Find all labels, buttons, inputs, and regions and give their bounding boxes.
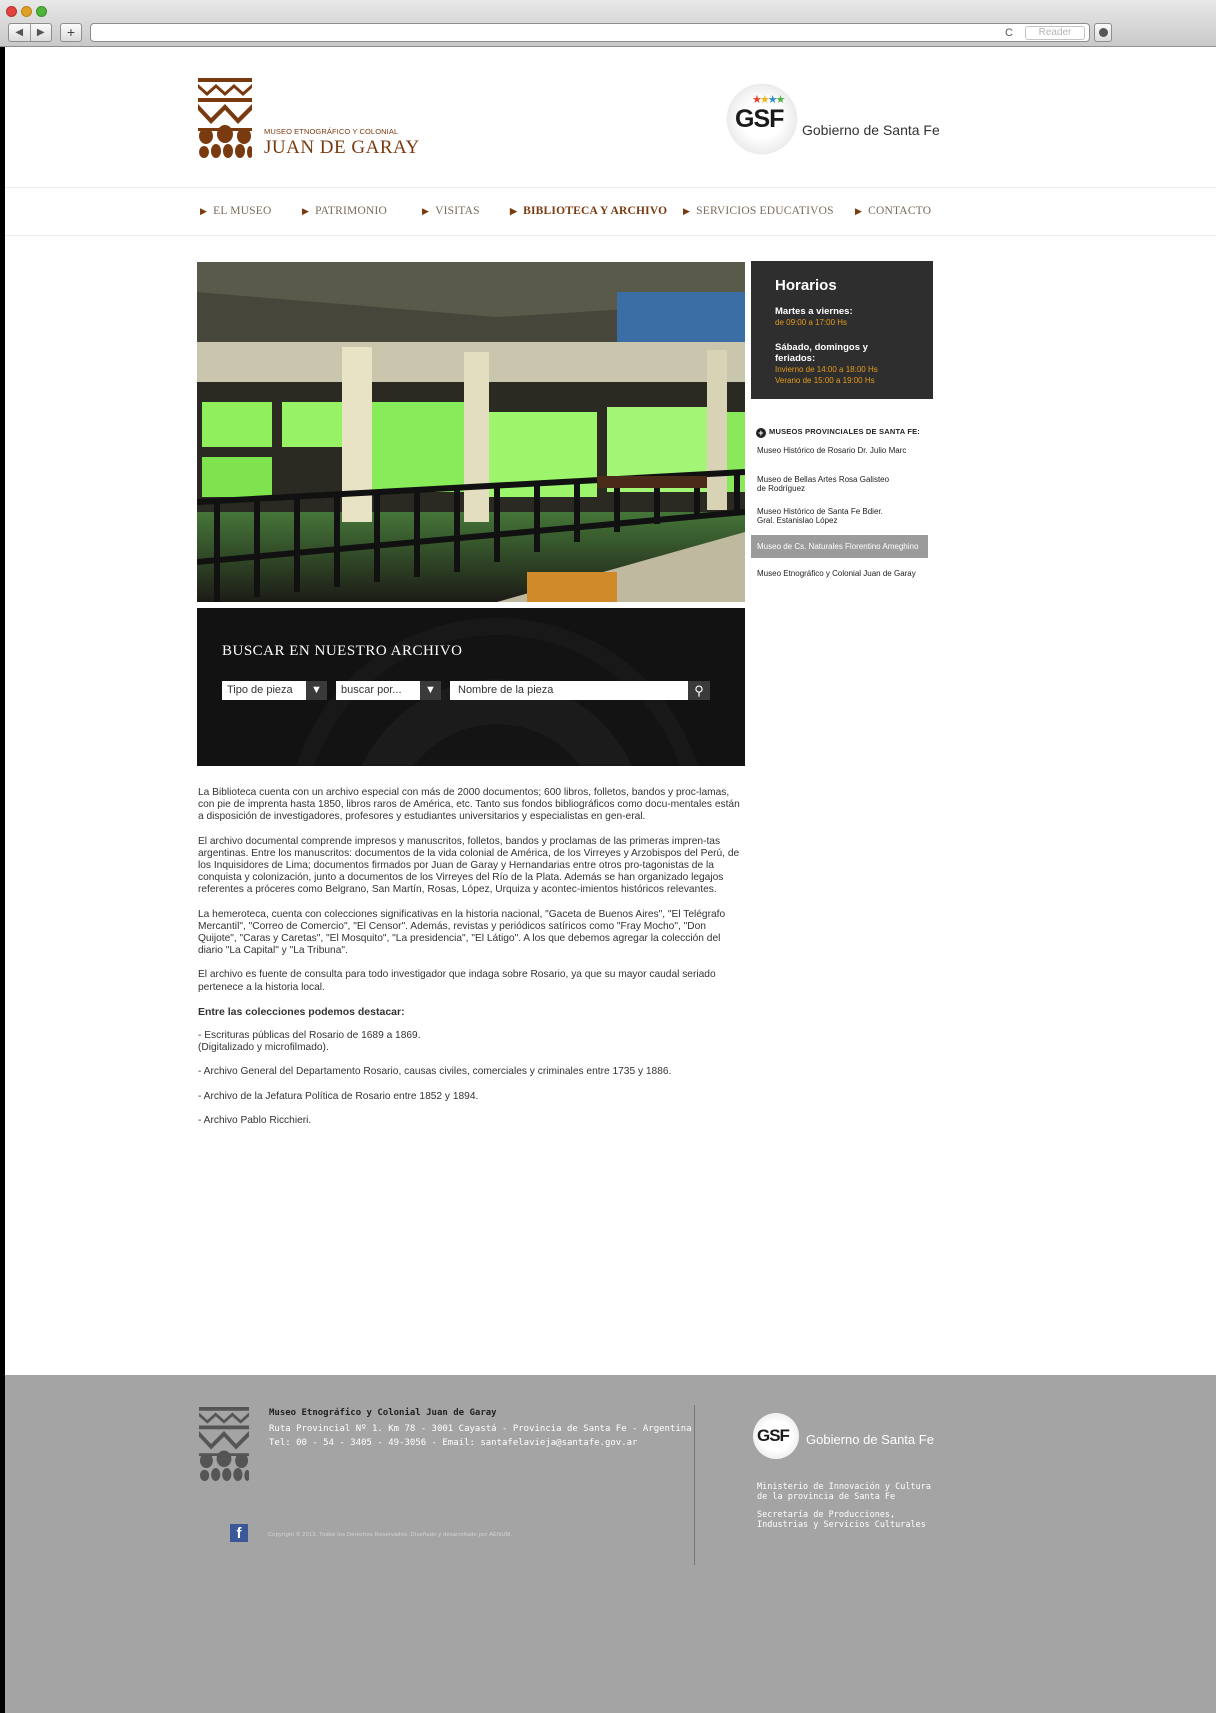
footer-museum-name: Museo Etnográfico y Colonial Juan de Gar…: [269, 1408, 497, 1418]
piece-type-select[interactable]: Tipo de pieza: [222, 681, 306, 700]
new-tab-button[interactable]: +: [60, 23, 82, 42]
forward-button[interactable]: ▶: [29, 24, 52, 41]
nav-item-biblioteca-y-archivo[interactable]: ▶ BIBLIOTECA Y ARCHIVO: [510, 205, 667, 217]
gov-name: Gobierno de Santa Fe: [802, 122, 940, 138]
paragraph: La Biblioteca cuenta con un archivo espe…: [198, 787, 740, 823]
ministry-text: Ministerio de Innovación y Cultura de la …: [757, 1482, 931, 1502]
museum-logo-title: JUAN DE GARAY: [264, 137, 420, 158]
museum-link[interactable]: Museo Histórico de Rosario Dr. Julio Mar…: [757, 446, 928, 455]
minimize-window-button[interactable]: [21, 6, 32, 17]
weekend-label: Sábado, domingos y feriados:: [775, 342, 868, 364]
museum-logo-icon: [199, 1407, 249, 1481]
nav-item-el-museo[interactable]: ▶ EL MUSEO: [200, 205, 271, 217]
triangle-icon: ▶: [510, 206, 518, 216]
hours-panel: Horarios Martes a viernes: de 09:00 a 17…: [751, 261, 933, 399]
browser-toolbar: ◀ ▶ + C Reader: [0, 0, 1216, 47]
gsf-logo[interactable]: ★★★★ GSF: [728, 85, 796, 153]
nav-item-patrimonio[interactable]: ▶ PATRIMONIO: [302, 205, 387, 217]
summer-hours: Verano de 15:00 a 19:00 Hs: [775, 376, 875, 385]
page: MUSEO ETNOGRÁFICO Y COLONIAL JUAN DE GAR…: [5, 47, 1216, 1713]
footer-gov-name: Gobierno de Santa Fe: [806, 1432, 934, 1447]
article-body: La Biblioteca cuenta con un archivo espe…: [198, 787, 743, 1139]
address-bar[interactable]: C Reader: [90, 23, 1090, 42]
museum-interior-photo: [197, 262, 745, 602]
nav-item-servicios-educativos[interactable]: ▶ SERVICIOS EDUCATIVOS: [683, 205, 834, 217]
plus-circle-icon: +: [756, 428, 766, 438]
paragraph: La hemeroteca, cuenta con colecciones si…: [198, 908, 726, 957]
archive-search-panel: BUSCAR EN NUESTRO ARCHIVO Tipo de pieza …: [197, 608, 745, 766]
list-item: - Archivo Pablo Ricchieri.: [198, 1114, 312, 1126]
back-forward-buttons: ◀ ▶: [8, 23, 52, 42]
museum-link-highlighted[interactable]: Museo de Cs. Naturales Florentino Ameghi…: [751, 535, 928, 558]
list-item: - Archivo de la Jefatura Política de Ros…: [198, 1090, 479, 1102]
museum-logo-subtitle: MUSEO ETNOGRÁFICO Y COLONIAL: [264, 127, 399, 136]
museum-interior-illustration: [197, 262, 745, 602]
download-icon: [1099, 28, 1108, 37]
triangle-icon: ▶: [855, 206, 863, 216]
collections-heading: Entre las colecciones podemos destacar:: [198, 1005, 405, 1018]
piece-name-input[interactable]: Nombre de la pieza: [450, 681, 688, 700]
zoom-window-button[interactable]: [36, 6, 47, 17]
triangle-icon: ▶: [302, 206, 310, 216]
museum-logo-icon[interactable]: [198, 78, 252, 158]
triangle-icon: ▶: [200, 206, 208, 216]
chevron-down-icon[interactable]: ▼: [306, 681, 327, 700]
search-title: BUSCAR EN NUESTRO ARCHIVO: [222, 643, 463, 659]
main-nav: ▶ EL MUSEO ▶ PATRIMONIO ▶ VISITAS ▶ BIBLIOTE…: [5, 187, 1216, 236]
footer-address: Ruta Provincial Nº 1. Km 78 - 3001 Cayas…: [269, 1424, 692, 1434]
footer-divider: [694, 1405, 695, 1565]
triangle-icon: ▶: [422, 206, 430, 216]
search-icon[interactable]: ⚲: [688, 681, 710, 700]
weekday-hours: de 09:00 a 17:00 Hs: [775, 318, 848, 327]
reader-button[interactable]: Reader: [1025, 26, 1085, 40]
gsf-logo[interactable]: GSF: [753, 1413, 799, 1459]
list-item: - Archivo General del Departamento Rosar…: [198, 1066, 672, 1078]
site-header: MUSEO ETNOGRÁFICO Y COLONIAL JUAN DE GAR…: [5, 47, 1216, 187]
paragraph: El archivo documental comprende impresos…: [198, 835, 740, 896]
weekday-label: Martes a viernes:: [775, 306, 853, 317]
footer-contact: Tel: 00 - 54 - 3405 - 49-3056 - Email: s…: [269, 1438, 638, 1448]
list-item: - Escrituras públicas del Rosario de 168…: [198, 1030, 421, 1054]
gsf-letters: GSF: [757, 1426, 790, 1445]
museum-link[interactable]: Museo de Bellas Artes Rosa Galisteo de Ro…: [757, 475, 928, 493]
hours-title: Horarios: [775, 277, 837, 294]
copyright: Copyright © 2013. Todos los Derechos Res…: [268, 1532, 513, 1538]
museum-link[interactable]: Museo Histórico de Santa Fe Bdier. Gral. …: [757, 507, 928, 525]
triangle-icon: ▶: [683, 206, 691, 216]
reload-icon[interactable]: C: [1005, 27, 1013, 39]
facebook-icon[interactable]: f: [230, 1524, 248, 1542]
paragraph: El archivo es fuente de consulta para to…: [198, 969, 716, 993]
close-window-button[interactable]: [6, 6, 17, 17]
search-by-select[interactable]: buscar por...: [336, 681, 420, 700]
museums-heading: + MUSEOS PROVINCIALES DE SANTA FE:: [756, 427, 920, 438]
downloads-button[interactable]: [1094, 23, 1112, 42]
site-footer: Museo Etnográfico y Colonial Juan de Gar…: [5, 1375, 1216, 1713]
back-button[interactable]: ◀: [9, 24, 30, 41]
chevron-down-icon[interactable]: ▼: [420, 681, 441, 700]
nav-item-contacto[interactable]: ▶ CONTACTO: [855, 205, 931, 217]
nav-item-visitas[interactable]: ▶ VISITAS: [422, 205, 480, 217]
winter-hours: Invierno de 14:00 a 18:00 Hs: [775, 365, 878, 374]
secretary-text: Secretaría de Producciones, Industrias y …: [757, 1510, 926, 1530]
gsf-letters: GSF: [735, 105, 784, 133]
museum-link[interactable]: Museo Etnográfico y Colonial Juan de Gar…: [757, 569, 928, 578]
